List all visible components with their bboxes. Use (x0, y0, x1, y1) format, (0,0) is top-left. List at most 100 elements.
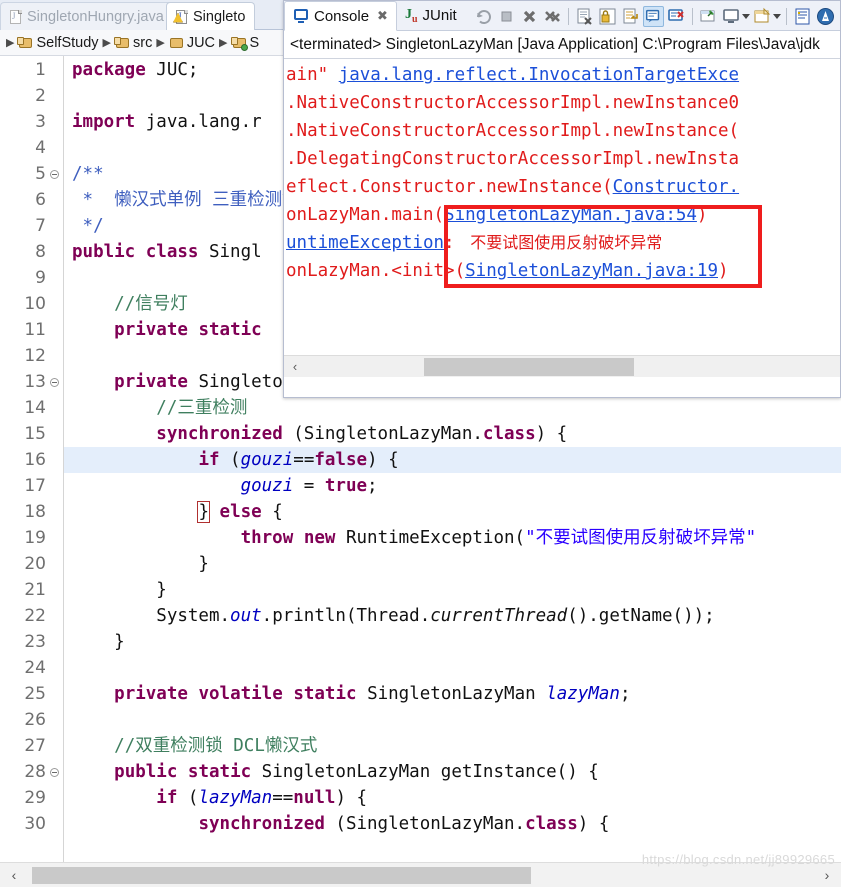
code-line[interactable]: if (gouzi==false) { (64, 447, 841, 473)
tab-label: Console (314, 7, 370, 25)
scroll-lock-button[interactable] (597, 6, 618, 27)
stacktrace-text: onLazyMan.<init>( (286, 261, 466, 281)
line-number: 8 (35, 242, 46, 262)
editor-tab-singleton-lazyman[interactable]: J Singleto (166, 2, 256, 30)
open-console-button[interactable] (752, 6, 773, 27)
java-file-icon: J (8, 9, 22, 25)
show-console-on-output-button[interactable] (643, 5, 664, 27)
console-toolbar[interactable] (473, 1, 838, 31)
scroll-track[interactable] (306, 357, 818, 376)
editor-horizontal-scrollbar[interactable]: ‹ › (0, 862, 841, 887)
code-line[interactable]: } else { (64, 499, 841, 525)
code-line[interactable] (64, 655, 841, 681)
console-line[interactable]: .DelegatingConstructorAccessorImpl.newIn… (284, 145, 840, 173)
toolbar-separator (568, 7, 569, 25)
code-line[interactable] (64, 707, 841, 733)
console-line[interactable]: onLazyMan.<init>(SingletonLazyMan.java:1… (284, 257, 840, 285)
toolbar-separator (786, 7, 787, 25)
tab-console[interactable]: Console ✖ (284, 1, 397, 31)
code-line[interactable]: if (lazyMan==null) { (64, 785, 841, 811)
code-line[interactable]: } (64, 629, 841, 655)
scroll-right-button[interactable]: › (813, 867, 841, 883)
line-number: 4 (35, 138, 46, 158)
line-number: 2 (35, 86, 46, 106)
view-menu-button[interactable] (792, 6, 813, 27)
scroll-thumb[interactable] (424, 357, 634, 376)
remove-launch-button[interactable] (519, 6, 540, 27)
breadcrumb-separator: ▶ (102, 37, 112, 49)
clear-console-button[interactable] (574, 6, 595, 27)
code-line[interactable]: //三重检测 (64, 395, 841, 421)
editor-tab-singleton-hungry[interactable]: J SingletonHungry.java (0, 2, 174, 30)
tab-junit[interactable]: Ju JUnit (397, 1, 466, 30)
code-line[interactable]: synchronized (SingletonLazyMan.class) { (64, 421, 841, 447)
code-line[interactable]: } (64, 577, 841, 603)
console-line[interactable]: onLazyMan.main(SingletonLazyMan.java:54) (284, 201, 840, 229)
code-line[interactable]: public static SingletonLazyMan getInstan… (64, 759, 841, 785)
relaunch-button[interactable] (473, 6, 494, 27)
breadcrumb-item-selfstudy[interactable]: SelfStudy (17, 34, 99, 51)
breadcrumb-separator: ▶ (6, 37, 15, 49)
stacktrace-link[interactable]: untimeException (286, 233, 444, 253)
code-line[interactable]: private volatile static SingletonLazyMan… (64, 681, 841, 707)
console-tab-bar: Console ✖ Ju JUnit (284, 1, 840, 31)
close-icon[interactable]: ✖ (377, 8, 388, 24)
stacktrace-text: ) (696, 205, 708, 225)
console-line[interactable]: eflect.Constructor.newInstance(Construct… (284, 173, 840, 201)
code-line[interactable]: //双重检测锁 DCL懒汉式 (64, 733, 841, 759)
word-wrap-button[interactable] (620, 6, 641, 27)
code-line[interactable]: synchronized (SingletonLazyMan.class) { (64, 811, 841, 837)
stacktrace-link[interactable]: SingletonLazyMan.java (444, 205, 665, 225)
line-number: 5 (35, 164, 46, 184)
console-horizontal-scrollbar[interactable]: ‹ (284, 355, 840, 377)
stacktrace-link[interactable]: java.lang.reflect.InvocationTargetExce (339, 65, 739, 85)
pin-console-button[interactable] (698, 6, 719, 27)
line-number: 6 (35, 190, 46, 210)
remove-all-terminated-button[interactable] (542, 6, 563, 27)
line-number: 12 (24, 346, 46, 366)
breadcrumb-label: SelfStudy (36, 34, 99, 51)
console-line[interactable]: .NativeConstructorAccessorImpl.newInstan… (284, 117, 840, 145)
breadcrumb-item-src[interactable]: src (114, 34, 153, 51)
console-line[interactable]: untimeException: 不要试图使用反射破坏异常 (284, 229, 840, 257)
stacktrace-link[interactable]: Constructor. (613, 177, 739, 197)
code-line[interactable]: gouzi = true; (64, 473, 841, 499)
line-number: 11 (24, 320, 46, 340)
terminate-button[interactable] (496, 6, 517, 27)
show-console-on-error-button[interactable] (666, 6, 687, 27)
breadcrumb-label: src (133, 34, 153, 51)
code-line[interactable]: } (64, 551, 841, 577)
tab-label: JUnit (422, 7, 457, 24)
chevron-down-icon[interactable] (742, 13, 750, 19)
console-line[interactable]: ain" java.lang.reflect.InvocationTargetE… (284, 61, 840, 89)
stacktrace-text: : (444, 233, 466, 253)
display-selected-console-button[interactable] (721, 6, 742, 27)
breadcrumb[interactable]: ▶ SelfStudy ▶ src ▶ JUC ▶ S (0, 30, 288, 56)
code-line[interactable]: throw new RuntimeException("不要试图使用反射破坏异常… (64, 525, 841, 551)
java-project-icon (17, 35, 33, 50)
stacktrace-link[interactable]: SingletonLazyMan.java:19 (465, 261, 718, 281)
scroll-left-button[interactable]: ‹ (0, 867, 28, 883)
line-number: 16 (24, 450, 46, 470)
line-number: 3 (35, 112, 46, 132)
scroll-thumb[interactable] (32, 866, 531, 884)
fold-collapse-icon[interactable] (48, 369, 60, 395)
console-view[interactable]: Console ✖ Ju JUnit <terminated> Singleto… (283, 0, 841, 398)
line-number: 20 (24, 554, 46, 574)
line-number: 18 (24, 502, 46, 522)
chevron-down-icon[interactable] (773, 13, 781, 19)
stacktrace-link[interactable]: :54 (665, 205, 697, 225)
fold-collapse-icon[interactable] (48, 759, 60, 785)
fold-collapse-icon[interactable] (48, 161, 60, 187)
console-line[interactable]: .NativeConstructorAccessorImpl.newInstan… (284, 89, 840, 117)
breadcrumb-item-class[interactable]: S (230, 34, 260, 51)
code-line[interactable]: System.out.println(Thread.currentThread(… (64, 603, 841, 629)
breadcrumb-label: S (249, 34, 260, 51)
breadcrumb-separator: ▶ (219, 37, 228, 49)
console-output[interactable]: onLazyMan.<init>(SingletonLazyMan.java:1… (284, 59, 840, 377)
alert-button[interactable] (815, 6, 836, 27)
scroll-left-button[interactable]: ‹ (284, 359, 306, 374)
line-number: 29 (24, 788, 46, 808)
breadcrumb-item-juc[interactable]: JUC (169, 35, 215, 51)
scroll-track[interactable] (28, 866, 813, 884)
